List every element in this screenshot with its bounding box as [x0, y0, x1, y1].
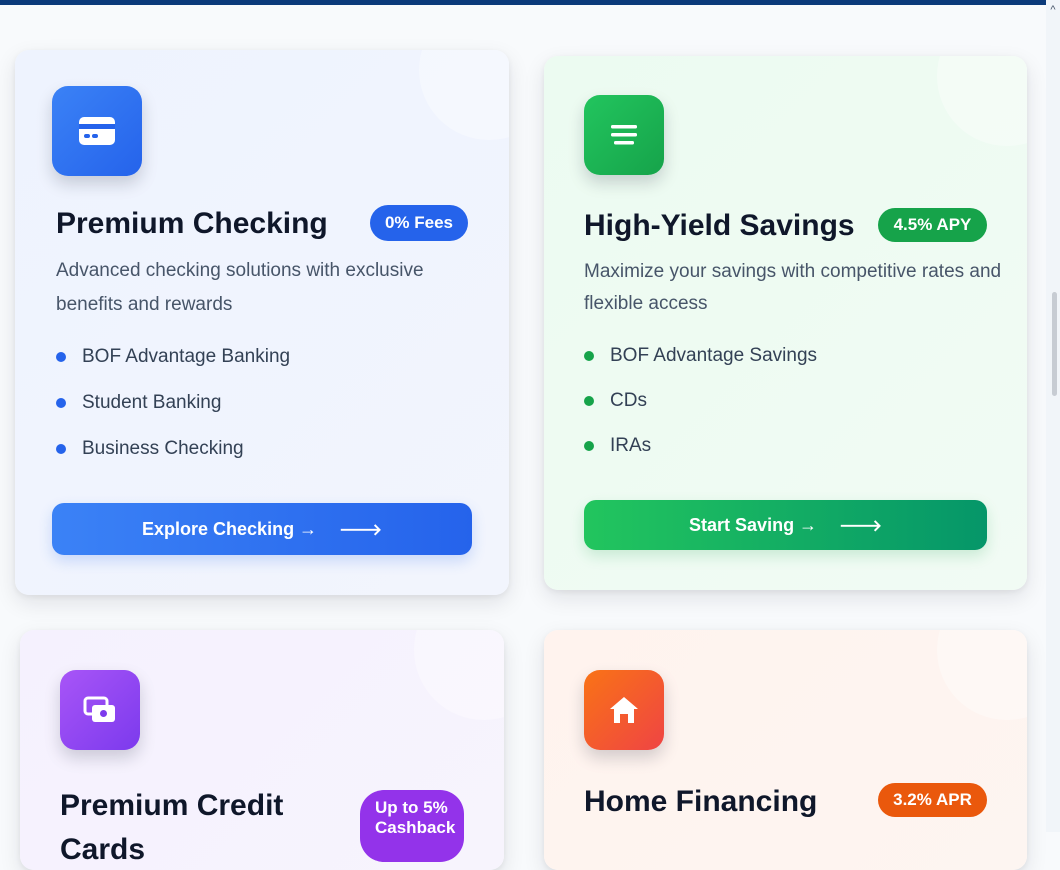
apy-badge: 4.5% APY: [878, 208, 987, 242]
arrow-right-icon: 🡒: [839, 517, 882, 535]
card-description: Maximize your savings with competitive r…: [584, 261, 1002, 314]
feature-item: Business Checking: [56, 438, 244, 460]
piggy-bank-icon: [584, 95, 664, 175]
feature-label: BOF Advantage Savings: [610, 345, 818, 366]
bullet-icon: [584, 396, 594, 406]
apr-badge: 3.2% APR: [878, 783, 987, 817]
card-title: Home Financing: [584, 785, 818, 818]
feature-item: BOF Advantage Banking: [56, 346, 290, 368]
bullet-icon: [56, 352, 66, 362]
bullet-icon: [584, 441, 594, 451]
arrow-right-icon: 🡒: [339, 521, 382, 539]
bullet-icon: [56, 444, 66, 454]
scrollbar-track[interactable]: [1046, 0, 1060, 832]
card-title: Premium Checking: [56, 207, 328, 240]
bullet-icon: [56, 398, 66, 408]
card-title: Premium Credit Cards: [60, 789, 284, 866]
feature-label: CDs: [610, 390, 647, 411]
bullet-icon: [584, 351, 594, 361]
feature-label: Business Checking: [82, 438, 244, 459]
premium-checking-card: Premium Checking 0% Fees Advanced checki…: [15, 50, 509, 595]
scrollbar-thumb[interactable]: [1052, 292, 1057, 396]
home-financing-card: Home Financing 3.2% APR: [544, 630, 1027, 870]
explore-checking-button[interactable]: Explore Checking → 🡒: [52, 503, 472, 555]
high-yield-savings-card: High-Yield Savings 4.5% APY Maximize you…: [544, 56, 1027, 590]
card-title: High-Yield Savings: [584, 209, 855, 242]
feature-label: BOF Advantage Banking: [82, 346, 291, 367]
feature-item: IRAs: [584, 435, 651, 457]
feature-label: IRAs: [610, 435, 652, 456]
fees-badge: 0% Fees: [370, 205, 468, 241]
feature-item: CDs: [584, 390, 647, 412]
start-saving-button[interactable]: Start Saving → 🡒: [584, 500, 987, 550]
feature-item: BOF Advantage Savings: [584, 345, 817, 367]
cards-icon: [60, 670, 140, 750]
button-label: Explore Checking →: [142, 518, 318, 539]
premium-credit-cards-card: Premium Credit Cards Up to 5% Cashback: [20, 630, 504, 870]
cashback-badge: Up to 5% Cashback: [360, 790, 464, 862]
top-accent-bar: [0, 0, 1060, 5]
button-label: Start Saving →: [689, 514, 818, 535]
scroll-up-icon[interactable]: ^: [1048, 4, 1058, 16]
feature-item: Student Banking: [56, 392, 221, 414]
credit-card-icon: [52, 86, 142, 176]
card-description: Advanced checking solutions with exclusi…: [56, 260, 424, 315]
feature-label: Student Banking: [82, 392, 222, 413]
home-icon: [584, 670, 664, 750]
